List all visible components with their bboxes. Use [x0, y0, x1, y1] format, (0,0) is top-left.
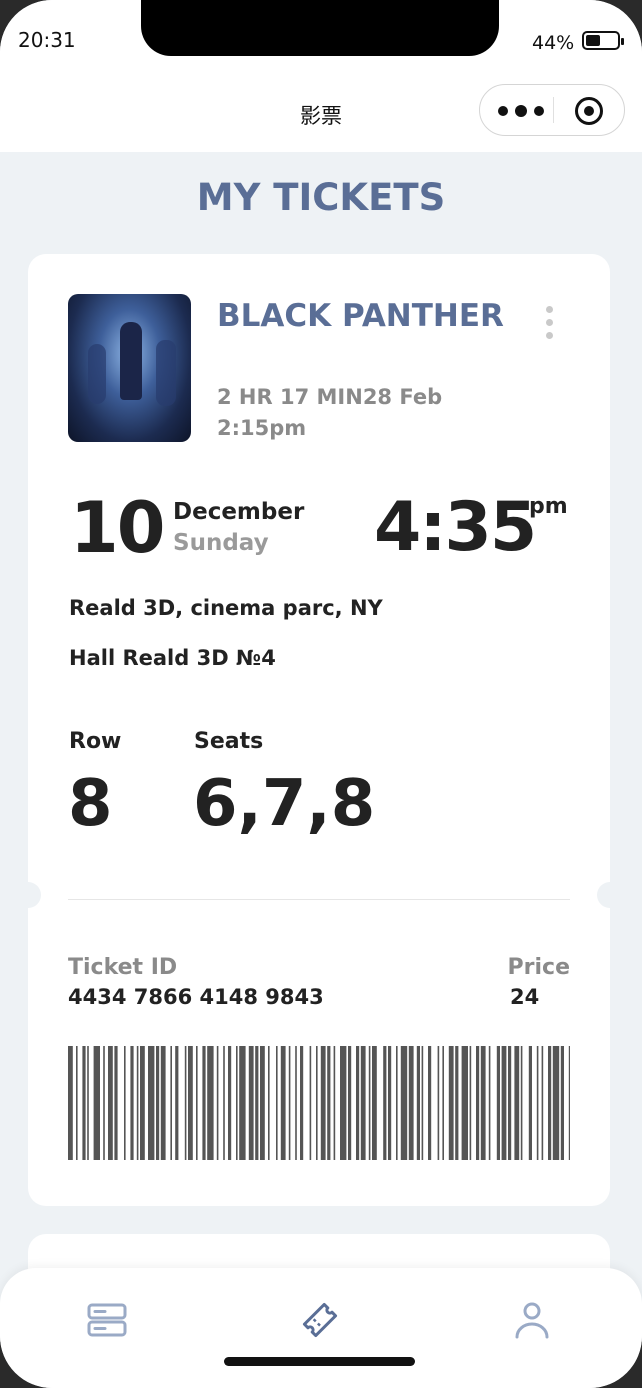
- status-time: 20:31: [18, 28, 76, 52]
- more-options-icon[interactable]: [544, 306, 554, 340]
- page-title: MY TICKETS: [196, 176, 446, 219]
- battery-percentage: 44%: [532, 32, 575, 54]
- row-value: 8: [68, 767, 113, 841]
- tab-bar: [0, 1268, 642, 1388]
- movie-title: BLACK PANTHER: [217, 298, 504, 334]
- phone-screen: 20:31 44% 影票 MY TICKETS BLACK PANTHER 2 …: [0, 0, 642, 1388]
- price-label: Price: [507, 955, 570, 980]
- row-label: Row: [69, 729, 122, 754]
- mini-program-capsule: [479, 84, 625, 136]
- movie-poster: [68, 294, 191, 442]
- movie-date: 28 Feb: [362, 385, 443, 409]
- capsule-divider: [553, 97, 554, 123]
- movie-showtime: 2:15pm: [217, 416, 307, 440]
- show-day: 10: [70, 487, 165, 569]
- camera-notch: [141, 0, 499, 56]
- list-icon: [87, 1303, 127, 1337]
- home-indicator: [224, 1357, 415, 1366]
- movie-duration: 2 HR 17 MIN: [217, 385, 363, 409]
- price-value: 24: [510, 985, 540, 1009]
- show-weekday: Sunday: [173, 530, 269, 556]
- ticket-divider: [68, 899, 570, 900]
- more-icon[interactable]: [498, 103, 548, 119]
- seats-value: 6,7,8: [193, 767, 376, 841]
- barcode: [68, 1046, 570, 1160]
- tab-profile[interactable]: [510, 1298, 554, 1342]
- movie-meta: 2 HR 17 MIN28 Feb 2:15pm: [217, 382, 507, 444]
- nav-bar: 影票: [0, 82, 642, 152]
- tab-list[interactable]: [85, 1298, 129, 1342]
- ticket-icon: [302, 1302, 338, 1338]
- ticket-id-value: 4434 7866 4148 9843: [68, 985, 324, 1009]
- ticket-card[interactable]: BLACK PANTHER 2 HR 17 MIN28 Feb 2:15pm 1…: [15, 254, 623, 1206]
- show-ampm: pm: [529, 494, 568, 519]
- status-bar: 20:31 44%: [0, 0, 642, 82]
- user-icon: [515, 1302, 549, 1339]
- tab-tickets[interactable]: [298, 1298, 342, 1342]
- show-month: December: [173, 499, 305, 525]
- ticket-notch-right: [597, 882, 623, 908]
- seats-label: Seats: [194, 729, 264, 754]
- venue-name: Reald 3D, cinema parc, NY: [69, 596, 383, 620]
- hall-name: Hall Reald 3D №4: [69, 646, 276, 670]
- ticket-notch-left: [15, 882, 41, 908]
- battery-icon: [582, 31, 624, 50]
- ticket-id-label: Ticket ID: [68, 955, 178, 980]
- show-time: 4:35: [374, 488, 537, 567]
- close-target-icon[interactable]: [575, 97, 603, 125]
